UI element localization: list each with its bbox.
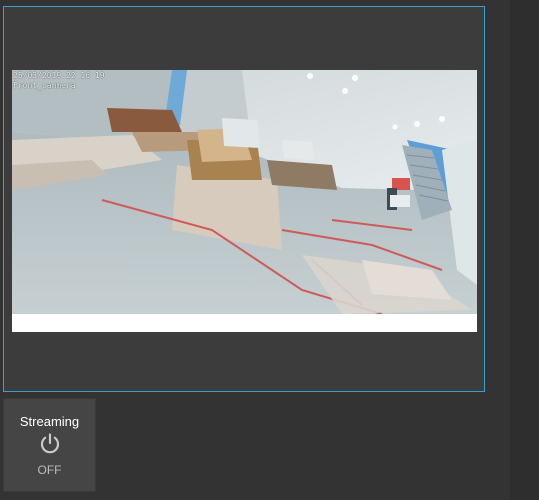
camera-timestamp: 25/03/2019 22 16 19 — [13, 71, 105, 80]
camera-feed-image[interactable]: 25/03/2019 22 16 19 Front_cammera — [12, 70, 477, 332]
streaming-toggle-button[interactable]: Streaming OFF — [3, 398, 96, 492]
power-icon — [40, 433, 60, 454]
camera-overlay-text: 25/03/2019 22 16 19 Front_cammera — [13, 71, 105, 91]
camera-snapshot — [12, 70, 477, 332]
right-edge-strip — [510, 0, 539, 500]
camera-name: Front_cammera — [13, 81, 76, 90]
streaming-state: OFF — [37, 463, 62, 477]
camera-panel: 25/03/2019 22 16 19 Front_cammera — [3, 6, 485, 392]
streaming-label: Streaming — [19, 414, 80, 429]
